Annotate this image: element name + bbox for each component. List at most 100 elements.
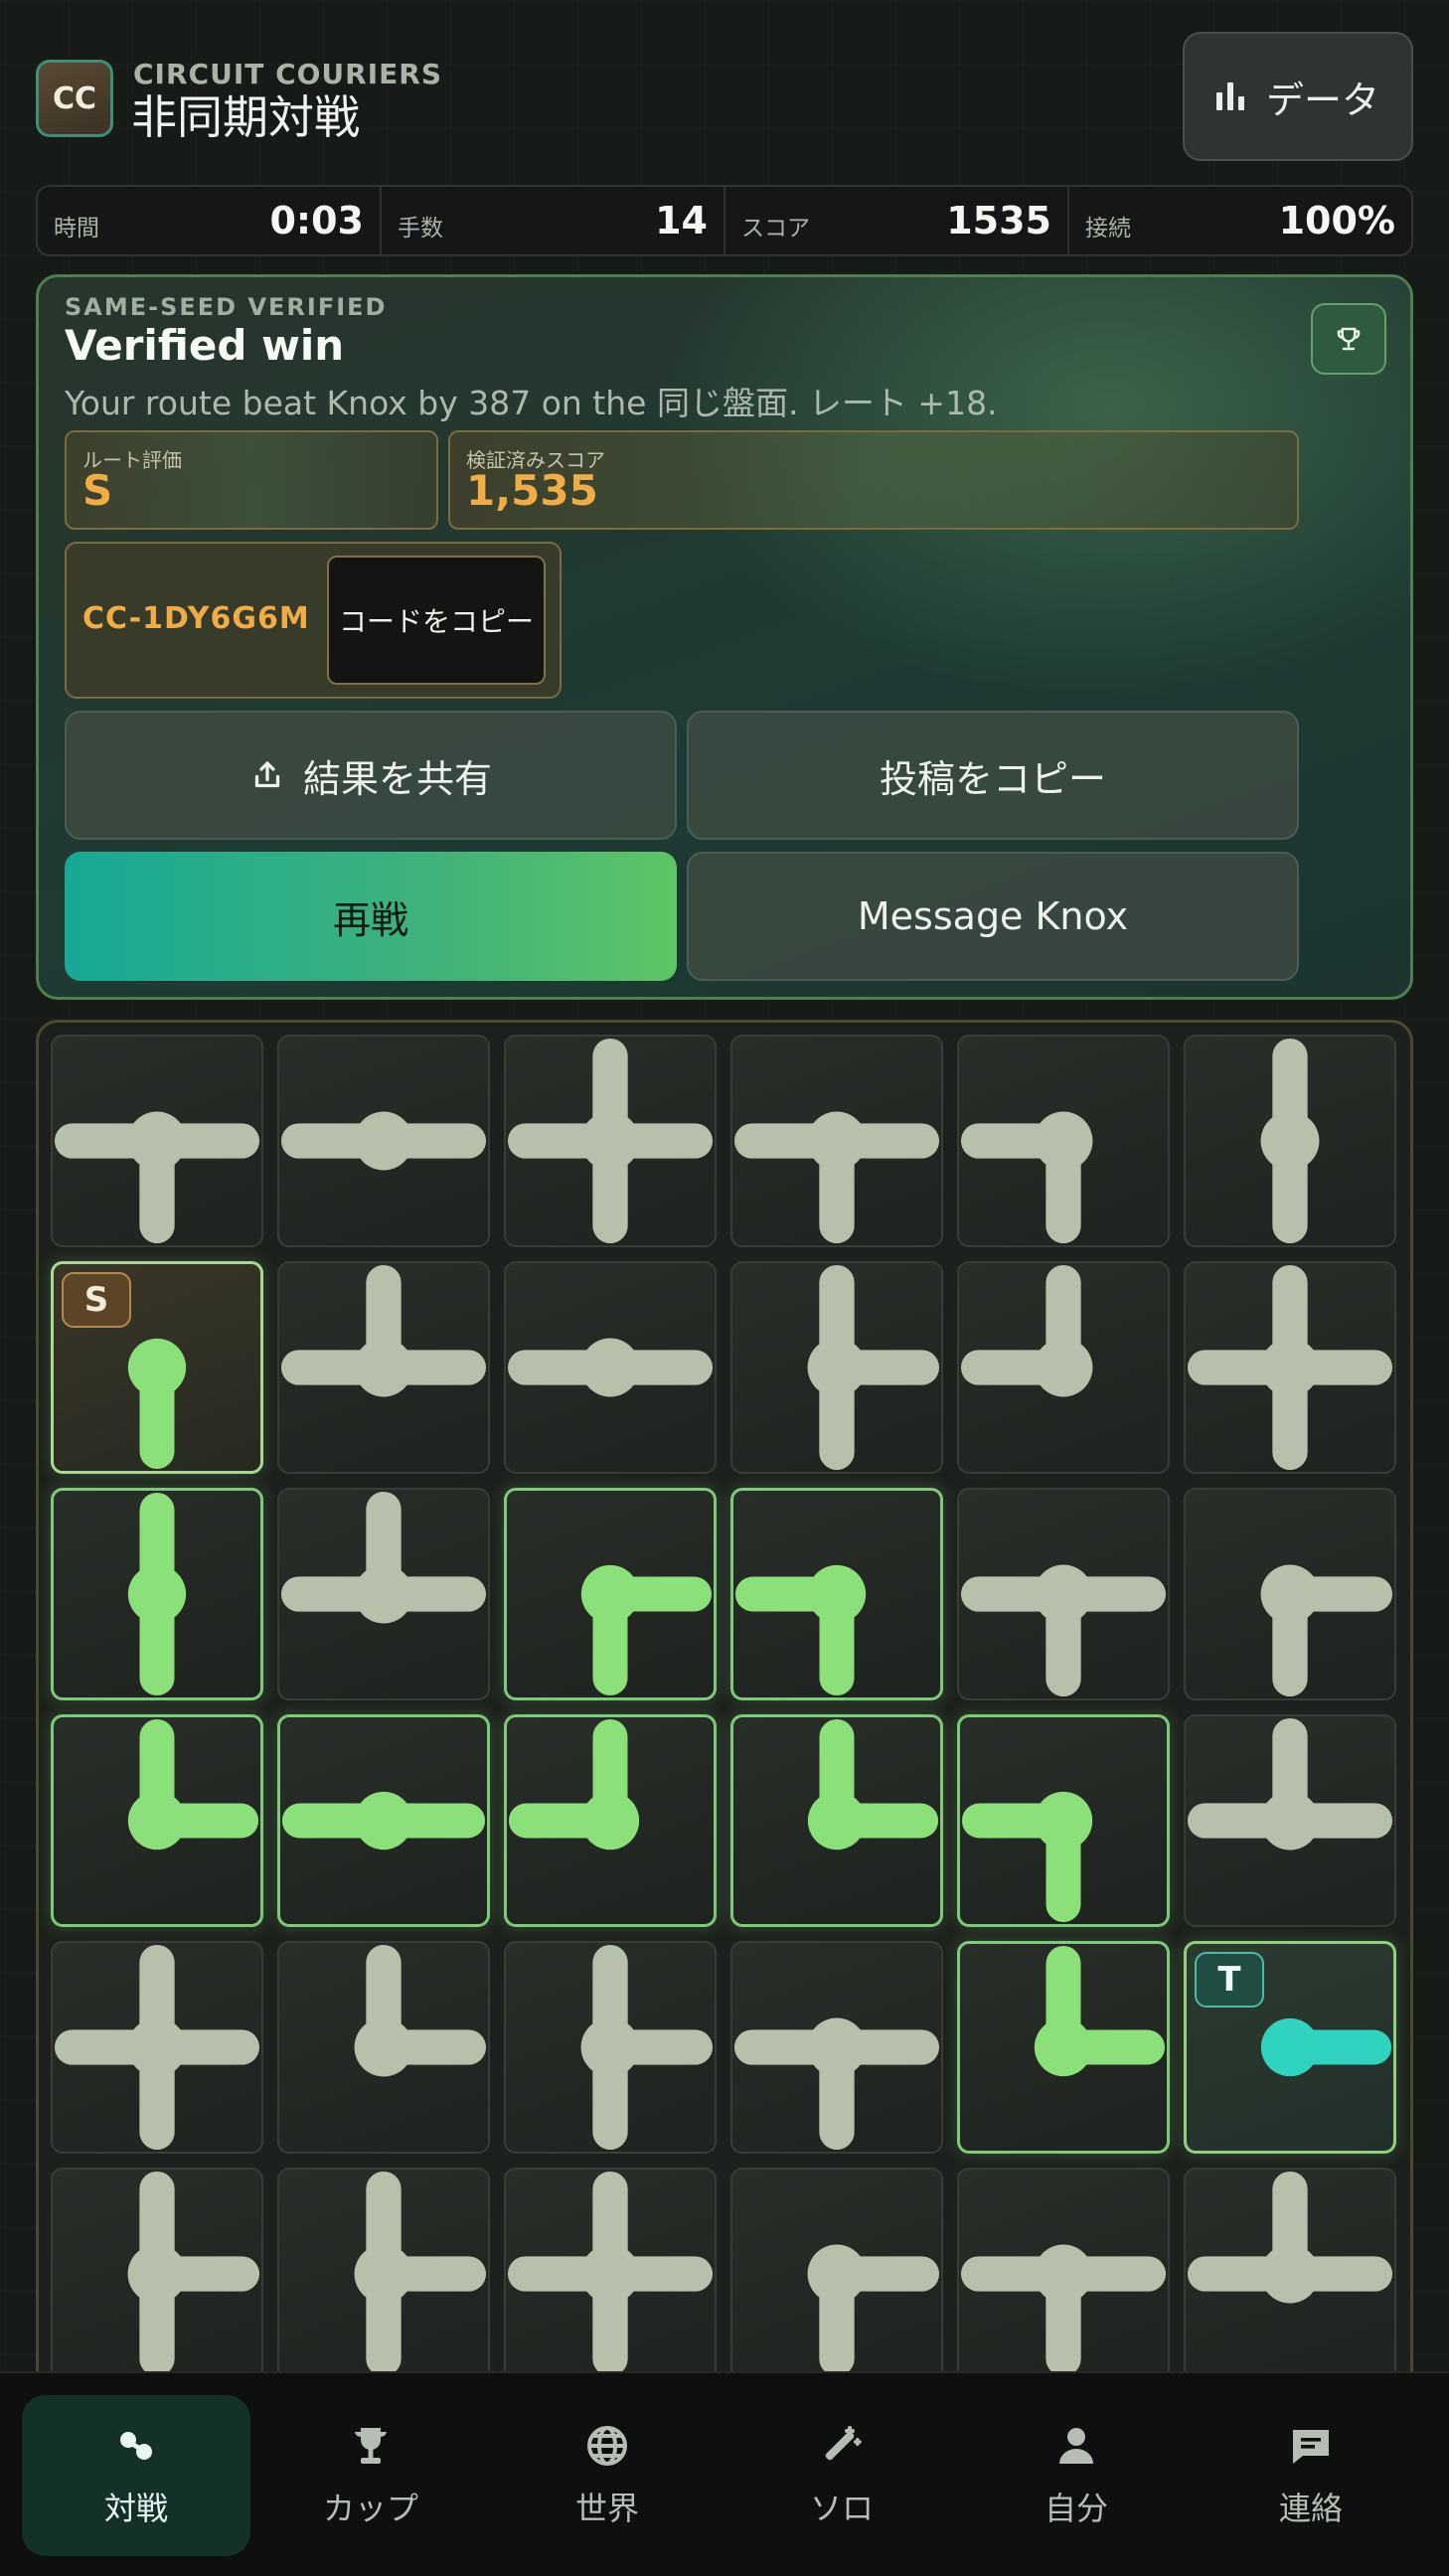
stat-moves: 手数 14 (382, 187, 725, 254)
person-icon (1059, 2428, 1093, 2464)
share-icon (254, 761, 280, 788)
pipe-icon (733, 1111, 940, 1244)
start-tile[interactable]: S (51, 1261, 263, 1474)
stat-time: 時間 0:03 (38, 187, 382, 254)
start-tag: S (62, 1272, 131, 1328)
rematch-button[interactable]: 再戦 (65, 852, 677, 981)
circuit-tile[interactable] (957, 1488, 1170, 1700)
stat-value: 1535 (946, 199, 1051, 242)
circuit-tile[interactable] (504, 2168, 717, 2380)
circuit-tile[interactable] (504, 1488, 717, 1700)
result-subtitle: Your route beat Knox by 387 on the 同じ盤面.… (65, 384, 998, 422)
circuit-tile[interactable] (730, 1488, 943, 1700)
pipe-icon (960, 1111, 1093, 1244)
stat-label: 接続 (1085, 216, 1131, 242)
circuit-tile[interactable] (504, 1261, 717, 1474)
circuit-tile[interactable] (277, 1488, 490, 1700)
verified-score-value: 1,535 (466, 466, 598, 515)
circuit-tile[interactable] (277, 1261, 490, 1474)
pipe-icon (354, 1944, 487, 2077)
circuit-tile[interactable] (1184, 1488, 1396, 1700)
circuit-tile[interactable] (957, 1261, 1170, 1474)
circuit-tile[interactable] (277, 1714, 490, 1927)
circuit-tile[interactable] (277, 1035, 490, 1247)
pipe-icon (1260, 1564, 1393, 1697)
route-rating: ルート評価 S (65, 430, 438, 530)
nav-item-versus[interactable]: 対戦 (22, 2395, 250, 2556)
nav-item-label: 自分 (1044, 2490, 1108, 2527)
message-opponent-button[interactable]: Message Knox (687, 852, 1299, 981)
pipe-icon (280, 1264, 487, 1397)
circuit-tile[interactable] (1184, 2168, 1396, 2380)
result-title: Verified win (65, 321, 345, 370)
pipe-icon (1187, 2171, 1393, 2304)
pipe-icon (281, 1791, 486, 1851)
trophy-badge[interactable] (1311, 303, 1386, 375)
nav-item-label: 対戦 (103, 2490, 168, 2527)
nav-item-world[interactable]: 世界 (493, 2395, 722, 2556)
target-tile[interactable]: T (1184, 1941, 1396, 2154)
copy-code-button[interactable]: コードをコピー (327, 556, 546, 685)
page-title: 非同期対戦 (131, 90, 360, 144)
circuit-tile[interactable] (730, 1714, 943, 1927)
copy-post-button[interactable]: 投稿をコピー (687, 711, 1299, 840)
game-board: ST (36, 1020, 1413, 2576)
nav-item-solo[interactable]: ソロ (727, 2395, 956, 2556)
pipe-icon (1187, 1264, 1393, 1471)
circuit-tile[interactable] (957, 2168, 1170, 2380)
stat-label: 手数 (398, 216, 443, 242)
trophy-icon (1337, 327, 1361, 351)
pipe-icon (507, 1338, 714, 1397)
nav-item-label: カップ (322, 2490, 418, 2527)
pipe-icon (280, 1491, 487, 1624)
circuit-tile[interactable] (1184, 1035, 1396, 1247)
chat-icon (1293, 2430, 1329, 2464)
pipe-icon (807, 2244, 940, 2377)
pipe-icon (580, 1944, 714, 2151)
circuit-tile[interactable] (730, 1261, 943, 1474)
pipe-icon (507, 2171, 714, 2377)
circuit-tile[interactable] (504, 1035, 717, 1247)
versus-icon (120, 2432, 152, 2460)
stat-label: スコア (741, 216, 810, 242)
circuit-tile[interactable] (51, 1714, 263, 1927)
circuit-tile[interactable] (730, 1941, 943, 2154)
circuit-tile[interactable] (51, 2168, 263, 2380)
pipe-icon (1034, 1945, 1166, 2077)
circuit-tile[interactable] (957, 1941, 1170, 2154)
verified-eyebrow: SAME-SEED VERIFIED (65, 293, 388, 321)
pipe-icon (127, 1492, 187, 1696)
circuit-tile[interactable] (957, 1714, 1170, 1927)
app-header: CC CIRCUIT COURIERS 非同期対戦 データ (36, 30, 1413, 165)
circuit-tile[interactable] (51, 1488, 263, 1700)
circuit-tile[interactable] (1184, 1714, 1396, 1927)
match-code-box: CC-1DY6G6M コードをコピー (65, 542, 562, 699)
match-code: CC-1DY6G6M (82, 601, 310, 636)
circuit-tile[interactable] (504, 1941, 717, 2154)
nav-item-cup[interactable]: カップ (256, 2395, 485, 2556)
circuit-tile[interactable] (277, 2168, 490, 2380)
circuit-tile[interactable] (957, 1035, 1170, 1247)
circuit-tile[interactable] (51, 1941, 263, 2154)
result-card: SAME-SEED VERIFIED Verified win Your rou… (36, 274, 1413, 1000)
share-result-button[interactable]: 結果を共有 (65, 711, 677, 840)
circuit-tile[interactable] (1184, 1261, 1396, 1474)
data-button[interactable]: データ (1183, 32, 1413, 161)
circuit-tile[interactable] (730, 2168, 943, 2380)
pipe-icon (733, 2017, 940, 2151)
pipe-icon (127, 2171, 260, 2377)
circuit-tile[interactable] (277, 1941, 490, 2154)
circuit-tile[interactable] (504, 1714, 717, 1927)
pipe-icon (507, 1038, 714, 1244)
nav-item-contact[interactable]: 連絡 (1197, 2395, 1425, 2556)
pipe-icon (807, 1718, 939, 1851)
brand-logo: CC (36, 60, 113, 137)
nav-item-label: 連絡 (1278, 2490, 1343, 2527)
stat-score: スコア 1535 (725, 187, 1069, 254)
circuit-tile[interactable] (730, 1035, 943, 1247)
stat-value: 100% (1278, 199, 1395, 242)
circuit-tile[interactable] (51, 1035, 263, 1247)
stat-connection: 接続 100% (1069, 187, 1411, 254)
nav-item-profile[interactable]: 自分 (962, 2395, 1191, 2556)
pipe-icon (280, 1111, 487, 1171)
